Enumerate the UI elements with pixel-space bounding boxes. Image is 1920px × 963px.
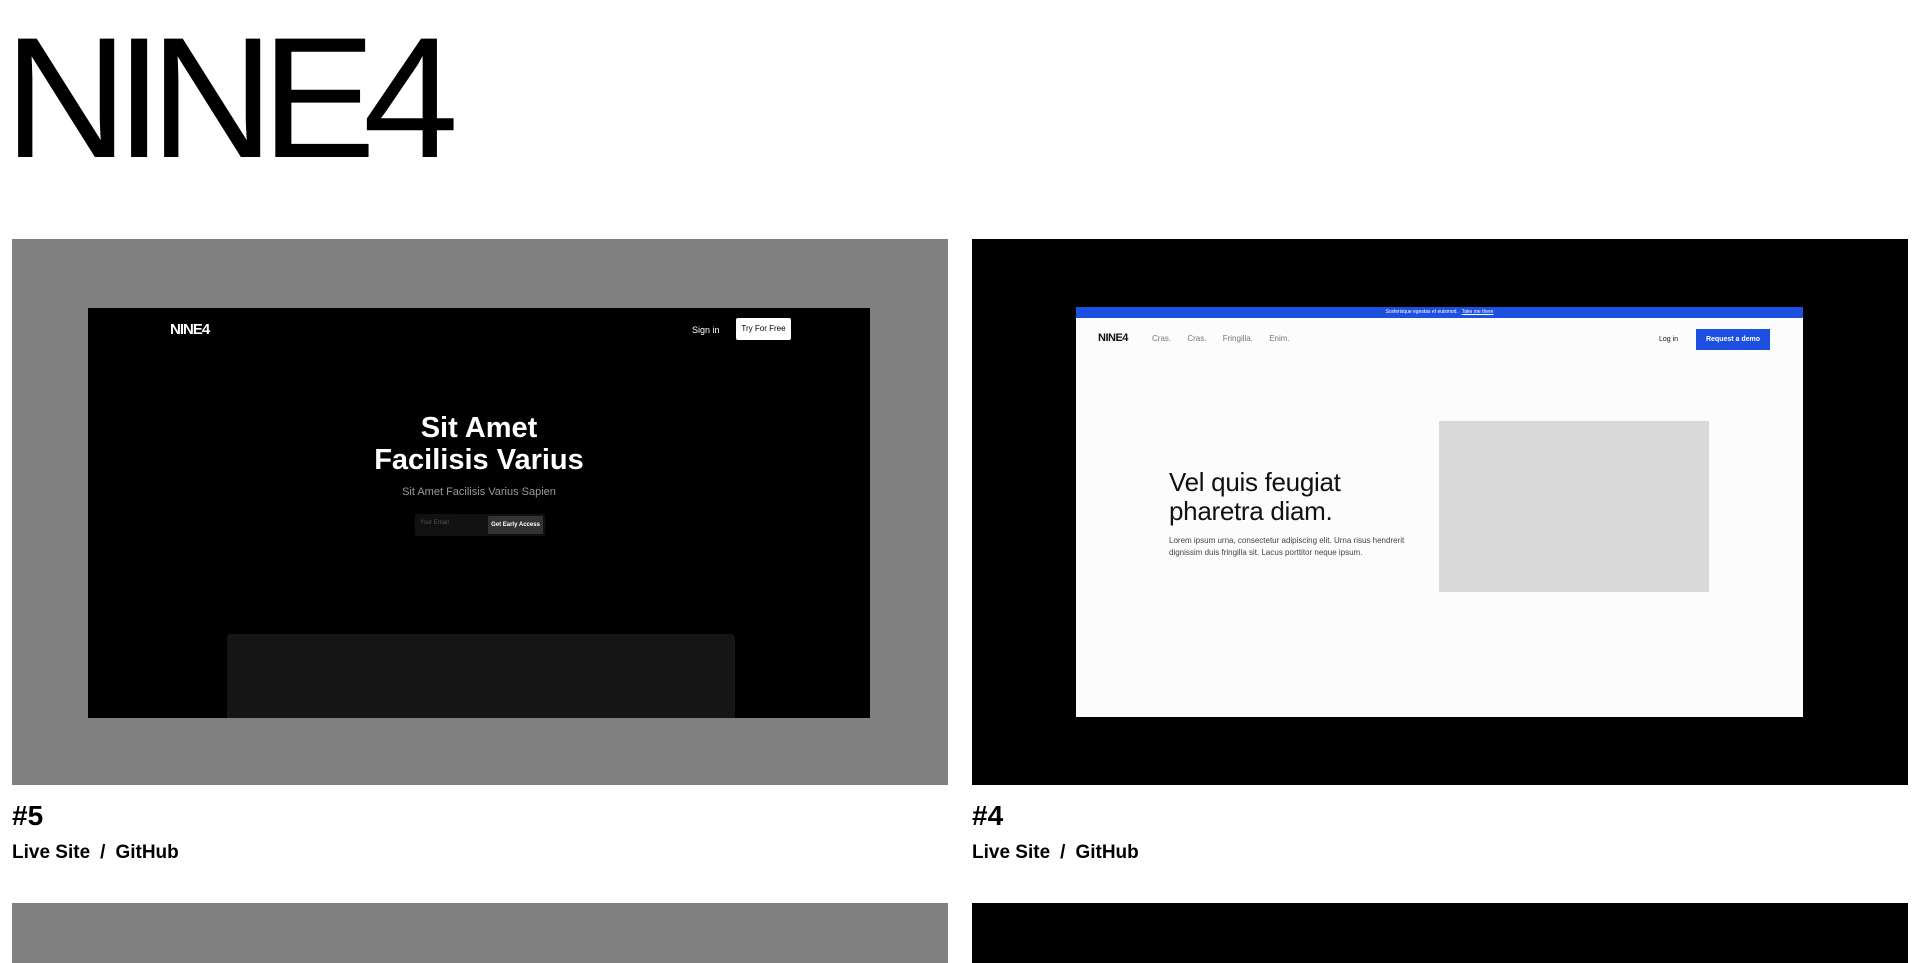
mock-hero-heading: Sit Amet Facilisis Varius (88, 412, 870, 476)
mock-site-4: Scelerisque egestas et euismod. Take me t… (1076, 307, 1803, 717)
mock-logo: NINE4 (170, 321, 210, 338)
mock-preview-panel (227, 634, 735, 718)
live-site-link[interactable]: Live Site (12, 842, 90, 863)
project-card-4: Scelerisque egestas et euismod. Take me t… (972, 239, 1908, 862)
project-preview-5[interactable]: NINE4 Sign in Try For Free Sit Amet Faci… (12, 239, 948, 785)
project-title: #4 (972, 800, 1004, 831)
mock-logo: NINE4 (1098, 332, 1128, 344)
mock-try-button: Try For Free (736, 318, 791, 340)
mock-description: Lorem ipsum urna, consectetur adipiscing… (1169, 536, 1405, 557)
mock-hero-line-1: Sit Amet (420, 412, 538, 444)
mock-signup-form: Your Email Get Early Access (415, 514, 545, 536)
project-links: Live Site / GitHub (12, 843, 179, 862)
project-preview-next-right[interactable] (972, 903, 1908, 963)
project-card-5: NINE4 Sign in Try For Free Sit Amet Faci… (12, 239, 948, 862)
project-preview-4[interactable]: Scelerisque egestas et euismod. Take me t… (972, 239, 1908, 785)
mock-signin-link: Sign in (692, 325, 720, 335)
link-separator: / (1060, 842, 1066, 863)
mock-nav-item: Cras. (1187, 334, 1207, 343)
mock-hero-line-1: Vel quis feugiat (1169, 467, 1341, 497)
project-title: #5 (12, 800, 44, 831)
mock-hero-line-2: Facilisis Varius (374, 444, 584, 476)
mock-cta-button: Get Early Access (488, 516, 543, 534)
mock-announcement-bar: Scelerisque egestas et euismod. Take me t… (1076, 307, 1803, 318)
github-link[interactable]: GitHub (115, 842, 178, 863)
mock-nav-item: Enim. (1269, 334, 1290, 343)
mock-email-field: Your Email (420, 520, 449, 526)
mock-hero-line-2: pharetra diam. (1169, 496, 1333, 526)
link-separator: / (100, 842, 106, 863)
mock-nav-item: Cras. (1152, 334, 1172, 343)
mock-site-5: NINE4 Sign in Try For Free Sit Amet Faci… (88, 308, 870, 718)
mock-hero-heading: Vel quis feugiat pharetra diam. (1169, 468, 1409, 526)
mock-nav: Cras. Cras. Fringilla. Enim. (1152, 334, 1304, 343)
project-preview-next-left[interactable] (12, 903, 948, 963)
github-link[interactable]: GitHub (1075, 842, 1138, 863)
project-links: Live Site / GitHub (972, 843, 1139, 862)
site-title: NINE4 (4, 2, 459, 194)
mock-login-link: Log in (1659, 336, 1679, 343)
mock-nav-item: Fringilla. (1222, 334, 1253, 343)
mock-image-placeholder (1439, 421, 1709, 592)
mock-banner-link: Take me there (1461, 309, 1494, 315)
mock-subtitle: Sit Amet Facilisis Varius Sapien (402, 486, 556, 498)
mock-demo-button: Request a demo (1696, 329, 1770, 350)
live-site-link[interactable]: Live Site (972, 842, 1050, 863)
mock-banner-text: Scelerisque egestas et euismod. (1385, 309, 1458, 315)
